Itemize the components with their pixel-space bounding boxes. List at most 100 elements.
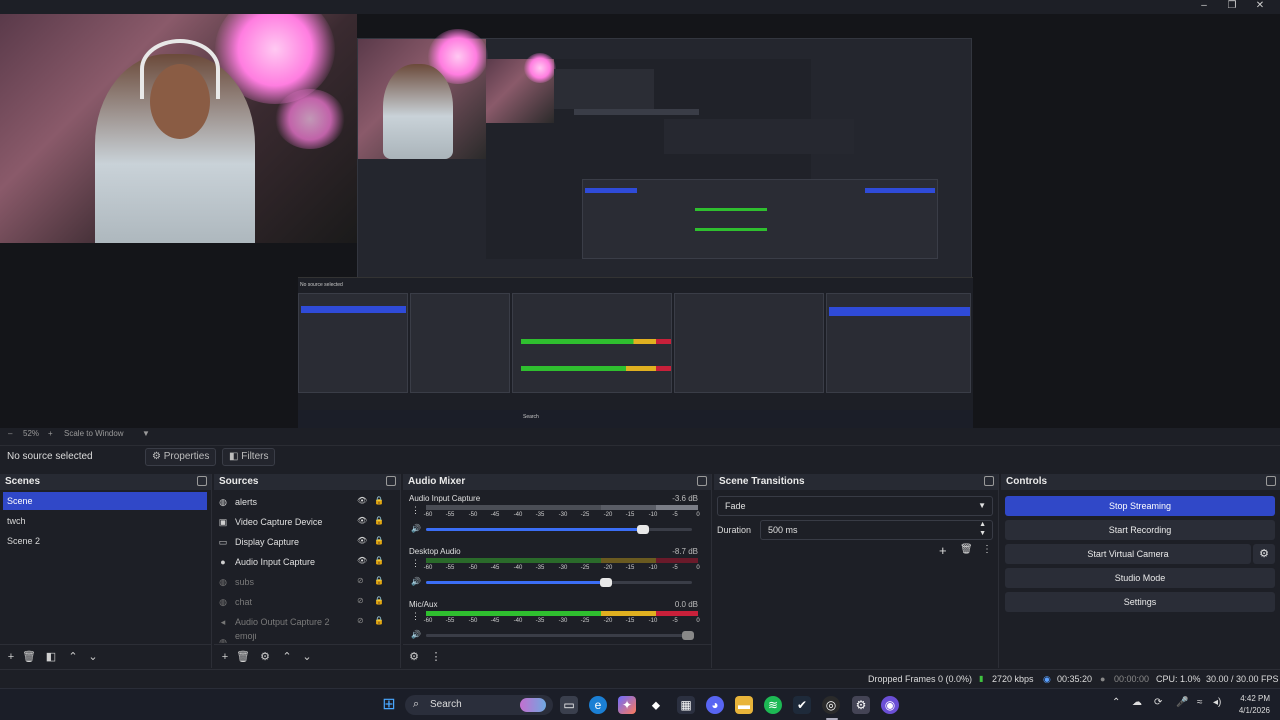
sync-icon[interactable]: ⟳ (1154, 697, 1162, 708)
settings-button[interactable]: Settings (1005, 592, 1275, 612)
source-item[interactable]: ▣ Video Capture Device 👁 🔒 (218, 513, 388, 531)
volume-slider-knob[interactable] (682, 631, 694, 640)
source-item[interactable]: ◍ chat ⊘ 🔒 (218, 593, 388, 611)
zoom-level[interactable]: 52% (23, 429, 39, 438)
more-icon[interactable]: ⋮ (429, 650, 443, 664)
lock-icon[interactable]: 🔒 (374, 516, 384, 526)
volume-slider[interactable] (426, 578, 692, 587)
eye-icon[interactable]: 👁 (357, 537, 368, 545)
eye-off-icon[interactable]: ⊘ (357, 597, 368, 605)
wifi-icon[interactable]: ≈ (1197, 697, 1203, 708)
properties-button[interactable]: ⚙ Properties (145, 448, 217, 466)
lock-icon[interactable]: 🔒 (374, 496, 384, 506)
dock-popout-icon[interactable] (984, 476, 994, 486)
folder-icon[interactable]: ▬ (735, 696, 753, 714)
discord-icon[interactable]: ◕ (706, 696, 724, 714)
lock-icon[interactable]: 🔒 (374, 536, 384, 546)
dock-popout-icon[interactable] (1266, 476, 1276, 486)
volume-slider[interactable] (426, 525, 692, 534)
volume-slider[interactable] (426, 631, 694, 640)
eye-icon[interactable]: 👁 (357, 557, 368, 565)
studio-mode-button[interactable]: Studio Mode (1005, 568, 1275, 588)
meter-segment (656, 505, 698, 510)
volume-slider-knob[interactable] (599, 578, 612, 587)
dock-popout-icon[interactable] (386, 476, 396, 486)
add-scene-button[interactable]: + (4, 650, 18, 664)
trash-icon[interactable]: 🗑 (236, 650, 250, 664)
lock-icon[interactable]: 🔒 (374, 596, 384, 606)
spotify-icon[interactable]: ≋ (764, 696, 782, 714)
source-item[interactable]: ● Audio Input Capture 👁 🔒 (218, 553, 388, 571)
volume-icon[interactable]: ◂) (1213, 697, 1221, 708)
minimize-icon[interactable]: – (1190, 0, 1218, 14)
speaker-icon[interactable]: 🔊 (411, 630, 421, 639)
dock-popout-icon[interactable] (197, 476, 207, 486)
volume-slider-knob[interactable] (636, 525, 649, 534)
cloud-icon[interactable]: ☁ (1132, 697, 1142, 708)
eye-off-icon[interactable]: ⊘ (357, 617, 368, 625)
trash-icon[interactable]: 🗑 (960, 544, 973, 555)
mic-icon[interactable]: 🎤 (1176, 697, 1188, 708)
source-item[interactable]: ◍ alerts 👁 🔒 (218, 493, 388, 511)
chevron-up-icon[interactable]: ⌃ (1112, 697, 1120, 708)
start-virtual-camera-button[interactable]: Start Virtual Camera (1005, 544, 1251, 564)
chevron-down-icon[interactable]: ▼ (142, 429, 150, 438)
speaker-icon[interactable]: 🔊 (411, 577, 421, 586)
copilot-icon[interactable]: ✦ (618, 696, 636, 714)
more-icon[interactable]: ⋮ (411, 505, 420, 516)
lock-icon[interactable]: 🔒 (374, 556, 384, 566)
pin-icon[interactable]: ⬥ (647, 696, 665, 714)
scene-item-twch[interactable]: twch (3, 512, 207, 530)
clock-time[interactable]: 4:42 PM (1234, 694, 1270, 703)
steam-icon[interactable]: ✔ (793, 696, 811, 714)
taskbar-search[interactable]: ⌕ Search (405, 695, 553, 715)
more-icon[interactable]: ⋮ (411, 558, 420, 569)
eye-icon[interactable]: 👁 (357, 517, 368, 525)
more-icon[interactable]: ⋮ (982, 544, 992, 555)
close-icon[interactable]: ✕ (1246, 0, 1274, 14)
lock-icon[interactable]: 🔒 (374, 576, 384, 586)
gear-icon[interactable]: ⚙ (407, 650, 421, 664)
settings-gear-icon[interactable]: ⚙ (852, 696, 870, 714)
start-recording-button[interactable]: Start Recording (1005, 520, 1275, 540)
source-item[interactable]: ◍ subs ⊘ 🔒 (218, 573, 388, 591)
source-item[interactable]: ▭ Display Capture 👁 🔒 (218, 533, 388, 551)
stop-streaming-button[interactable]: Stop Streaming (1005, 496, 1275, 516)
eye-icon[interactable]: 👁 (357, 497, 368, 505)
source-item[interactable]: ◍ emoji (218, 633, 388, 643)
gear-icon[interactable]: ⚙ (258, 650, 272, 664)
gear-icon[interactable]: ⚙ (1253, 544, 1275, 564)
obs-icon[interactable]: ◎ (822, 696, 840, 714)
lock-icon[interactable]: 🔒 (374, 616, 384, 626)
move-up-icon[interactable]: ⌃ (66, 650, 80, 664)
windows-start-icon[interactable]: ⊞ (380, 696, 398, 714)
filter-icon[interactable]: ◧ (44, 650, 58, 664)
duration-input[interactable]: 500 ms ▲ ▼ (760, 520, 993, 540)
transition-select[interactable]: Fade ▼ (717, 496, 993, 516)
preview-canvas[interactable]: No source selected Search (0, 14, 1280, 434)
clock-date[interactable]: 4/1/2026 (1234, 706, 1270, 715)
store-icon[interactable]: ▦ (677, 696, 695, 714)
source-item[interactable]: ◂ Audio Output Capture 2 ⊘ 🔒 (218, 613, 388, 631)
title-bar: – ❐ ✕ (0, 0, 1280, 14)
spinner-icon[interactable]: ▲ ▼ (979, 520, 986, 538)
scale-mode[interactable]: Scale to Window (64, 429, 124, 438)
eye-off-icon[interactable]: ⊘ (357, 577, 368, 585)
move-up-icon[interactable]: ⌃ (280, 650, 294, 664)
task-view-icon[interactable]: ▭ (560, 696, 578, 714)
add-source-button[interactable]: + (218, 650, 232, 664)
move-down-icon[interactable]: ⌄ (300, 650, 314, 664)
chat-app-icon[interactable]: ◉ (881, 696, 899, 714)
more-icon[interactable]: ⋮ (411, 611, 420, 622)
scene-item-scene-2[interactable]: Scene 2 (3, 532, 207, 550)
add-transition-button[interactable]: + (939, 543, 947, 558)
filters-button[interactable]: ◧ Filters (222, 448, 276, 466)
dock-popout-icon[interactable] (697, 476, 707, 486)
move-down-icon[interactable]: ⌄ (86, 650, 100, 664)
restore-icon[interactable]: ❐ (1218, 0, 1246, 14)
edge-icon[interactable]: e (589, 696, 607, 714)
speaker-icon[interactable]: 🔊 (411, 524, 421, 533)
zoom-plus[interactable]: + (48, 429, 53, 438)
trash-icon[interactable]: 🗑 (22, 650, 36, 664)
scene-item-scene[interactable]: Scene (3, 492, 207, 510)
